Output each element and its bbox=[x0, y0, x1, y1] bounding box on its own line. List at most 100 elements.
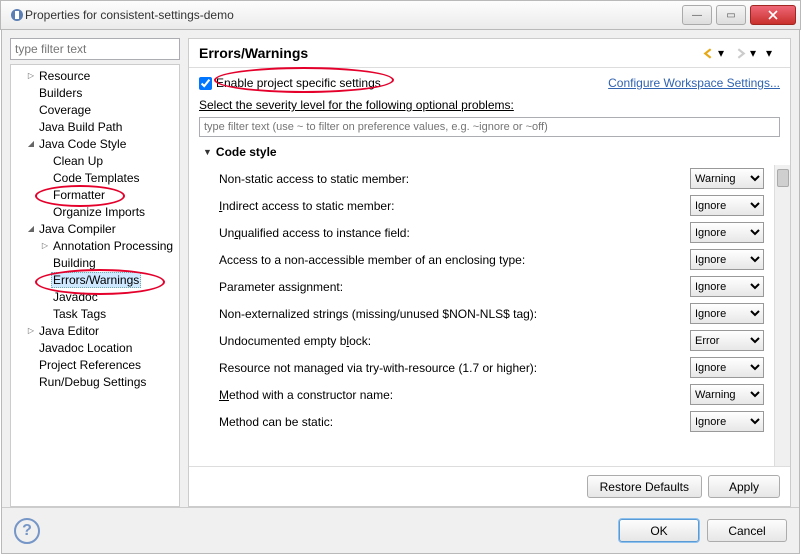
section-code-style[interactable]: ▼ Code style bbox=[189, 143, 790, 165]
tree-item-label: Annotation Processing bbox=[51, 239, 175, 253]
tree-item[interactable]: ▷Java Editor bbox=[11, 322, 179, 339]
tree-item[interactable]: Formatter bbox=[11, 186, 179, 203]
forward-menu-icon[interactable]: ▾ bbox=[750, 46, 764, 60]
option-row: Method with a constructor name:IgnoreWar… bbox=[189, 381, 770, 408]
tree-item[interactable]: Clean Up bbox=[11, 152, 179, 169]
tree-item-label: Errors/Warnings bbox=[51, 272, 141, 288]
apply-button[interactable]: Apply bbox=[708, 475, 780, 498]
tree-item[interactable]: Java Build Path bbox=[11, 118, 179, 135]
title-bar: Properties for consistent-settings-demo … bbox=[0, 0, 801, 30]
option-label: Resource not managed via try-with-resour… bbox=[219, 361, 690, 375]
option-row: Unqualified access to instance field:Ign… bbox=[189, 219, 770, 246]
severity-select[interactable]: IgnoreWarningError bbox=[690, 249, 764, 270]
maximize-button[interactable]: ▭ bbox=[716, 5, 746, 25]
app-icon bbox=[9, 7, 25, 23]
forward-icon[interactable] bbox=[734, 46, 748, 60]
tree-item[interactable]: Coverage bbox=[11, 101, 179, 118]
option-label: Method with a constructor name: bbox=[219, 388, 690, 402]
tree-item[interactable]: Task Tags bbox=[11, 305, 179, 322]
main-panel: Errors/Warnings ▾ ▾ ▾ Enable project spe… bbox=[188, 38, 791, 507]
option-row: Access to a non-accessible member of an … bbox=[189, 246, 770, 273]
severity-select[interactable]: IgnoreWarningError bbox=[690, 222, 764, 243]
tree-item[interactable]: Javadoc bbox=[11, 288, 179, 305]
severity-select[interactable]: IgnoreWarningError bbox=[690, 411, 764, 432]
option-row: Non-static access to static member:Ignor… bbox=[189, 165, 770, 192]
tree-item[interactable]: Run/Debug Settings bbox=[11, 373, 179, 390]
tree-item[interactable]: Javadoc Location bbox=[11, 339, 179, 356]
severity-select[interactable]: IgnoreWarningError bbox=[690, 357, 764, 378]
back-icon[interactable] bbox=[702, 46, 716, 60]
tree-item[interactable]: ◢Java Compiler bbox=[11, 220, 179, 237]
tree-item[interactable]: ◢Java Code Style bbox=[11, 135, 179, 152]
tree-item[interactable]: Building bbox=[11, 254, 179, 271]
twisty-icon: ◢ bbox=[25, 139, 37, 148]
option-row: Resource not managed via try-with-resour… bbox=[189, 354, 770, 381]
restore-defaults-button[interactable]: Restore Defaults bbox=[587, 475, 702, 498]
tree-item-label: Clean Up bbox=[51, 154, 105, 168]
option-label: Non-static access to static member: bbox=[219, 172, 690, 186]
tree-item-label: Builders bbox=[37, 86, 84, 100]
page-title: Errors/Warnings bbox=[199, 45, 700, 61]
option-label: Non-externalized strings (missing/unused… bbox=[219, 307, 690, 321]
option-label: Method can be static: bbox=[219, 415, 690, 429]
option-row: Non-externalized strings (missing/unused… bbox=[189, 300, 770, 327]
tree-item-label: Run/Debug Settings bbox=[37, 375, 148, 389]
twisty-icon: ▷ bbox=[25, 326, 37, 335]
tree-item-label: Code Templates bbox=[51, 171, 142, 185]
tree-filter-input[interactable] bbox=[10, 38, 180, 60]
tree-item[interactable]: ▷Resource bbox=[11, 67, 179, 84]
tree-item[interactable]: Builders bbox=[11, 84, 179, 101]
tree-item[interactable]: Project References bbox=[11, 356, 179, 373]
options-list: Non-static access to static member:Ignor… bbox=[189, 165, 774, 466]
collapse-icon: ▼ bbox=[203, 147, 212, 157]
close-button[interactable] bbox=[750, 5, 796, 25]
severity-select[interactable]: IgnoreWarningError bbox=[690, 276, 764, 297]
severity-select[interactable]: IgnoreWarningError bbox=[690, 195, 764, 216]
configure-workspace-link[interactable]: Configure Workspace Settings... bbox=[608, 76, 780, 90]
tree-item[interactable]: Code Templates bbox=[11, 169, 179, 186]
option-label: Parameter assignment: bbox=[219, 280, 690, 294]
severity-select[interactable]: IgnoreWarningError bbox=[690, 303, 764, 324]
tree-item-label: Resource bbox=[37, 69, 92, 83]
tree-item-label: Coverage bbox=[37, 103, 93, 117]
option-row: Parameter assignment:IgnoreWarningError bbox=[189, 273, 770, 300]
tree-item-label: Project References bbox=[37, 358, 143, 372]
tree-item-label: Organize Imports bbox=[51, 205, 147, 219]
severity-select[interactable]: IgnoreWarningError bbox=[690, 330, 764, 351]
tree-item-label: Javadoc bbox=[51, 290, 100, 304]
option-row: Indirect access to static member:IgnoreW… bbox=[189, 192, 770, 219]
enable-checkbox-label: Enable project specific settings bbox=[216, 76, 381, 90]
page-menu-icon[interactable]: ▾ bbox=[766, 46, 780, 60]
options-filter-input[interactable] bbox=[199, 117, 780, 137]
enable-checkbox-input[interactable] bbox=[199, 77, 212, 90]
nav-tree[interactable]: ▷ResourceBuildersCoverageJava Build Path… bbox=[10, 64, 180, 507]
severity-select[interactable]: IgnoreWarningError bbox=[690, 384, 764, 405]
twisty-icon: ◢ bbox=[25, 224, 37, 233]
option-label: Access to a non-accessible member of an … bbox=[219, 253, 690, 267]
enable-project-specific-checkbox[interactable]: Enable project specific settings bbox=[199, 76, 608, 90]
option-label: Indirect access to static member: bbox=[219, 199, 690, 213]
section-label: Code style bbox=[216, 145, 277, 159]
severity-select[interactable]: IgnoreWarningError bbox=[690, 168, 764, 189]
tree-item[interactable]: Organize Imports bbox=[11, 203, 179, 220]
ok-button[interactable]: OK bbox=[619, 519, 699, 542]
tree-item[interactable]: Errors/Warnings bbox=[11, 271, 179, 288]
option-label: Undocumented empty block: bbox=[219, 334, 690, 348]
severity-description: Select the severity level for the follow… bbox=[189, 94, 790, 115]
sidebar: ▷ResourceBuildersCoverageJava Build Path… bbox=[10, 38, 180, 507]
cancel-button[interactable]: Cancel bbox=[707, 519, 787, 542]
tree-item-label: Building bbox=[51, 256, 98, 270]
tree-item-label: Java Editor bbox=[37, 324, 101, 338]
scrollbar[interactable] bbox=[774, 165, 790, 466]
option-row: Undocumented empty block:IgnoreWarningEr… bbox=[189, 327, 770, 354]
tree-item-label: Java Code Style bbox=[37, 137, 128, 151]
help-icon[interactable]: ? bbox=[14, 518, 40, 544]
window-title: Properties for consistent-settings-demo bbox=[25, 8, 678, 22]
tree-item[interactable]: ▷Annotation Processing bbox=[11, 237, 179, 254]
minimize-button[interactable]: — bbox=[682, 5, 712, 25]
tree-item-label: Task Tags bbox=[51, 307, 108, 321]
tree-item-label: Java Compiler bbox=[37, 222, 118, 236]
tree-item-label: Javadoc Location bbox=[37, 341, 134, 355]
scrollbar-thumb[interactable] bbox=[777, 169, 789, 187]
back-menu-icon[interactable]: ▾ bbox=[718, 46, 732, 60]
